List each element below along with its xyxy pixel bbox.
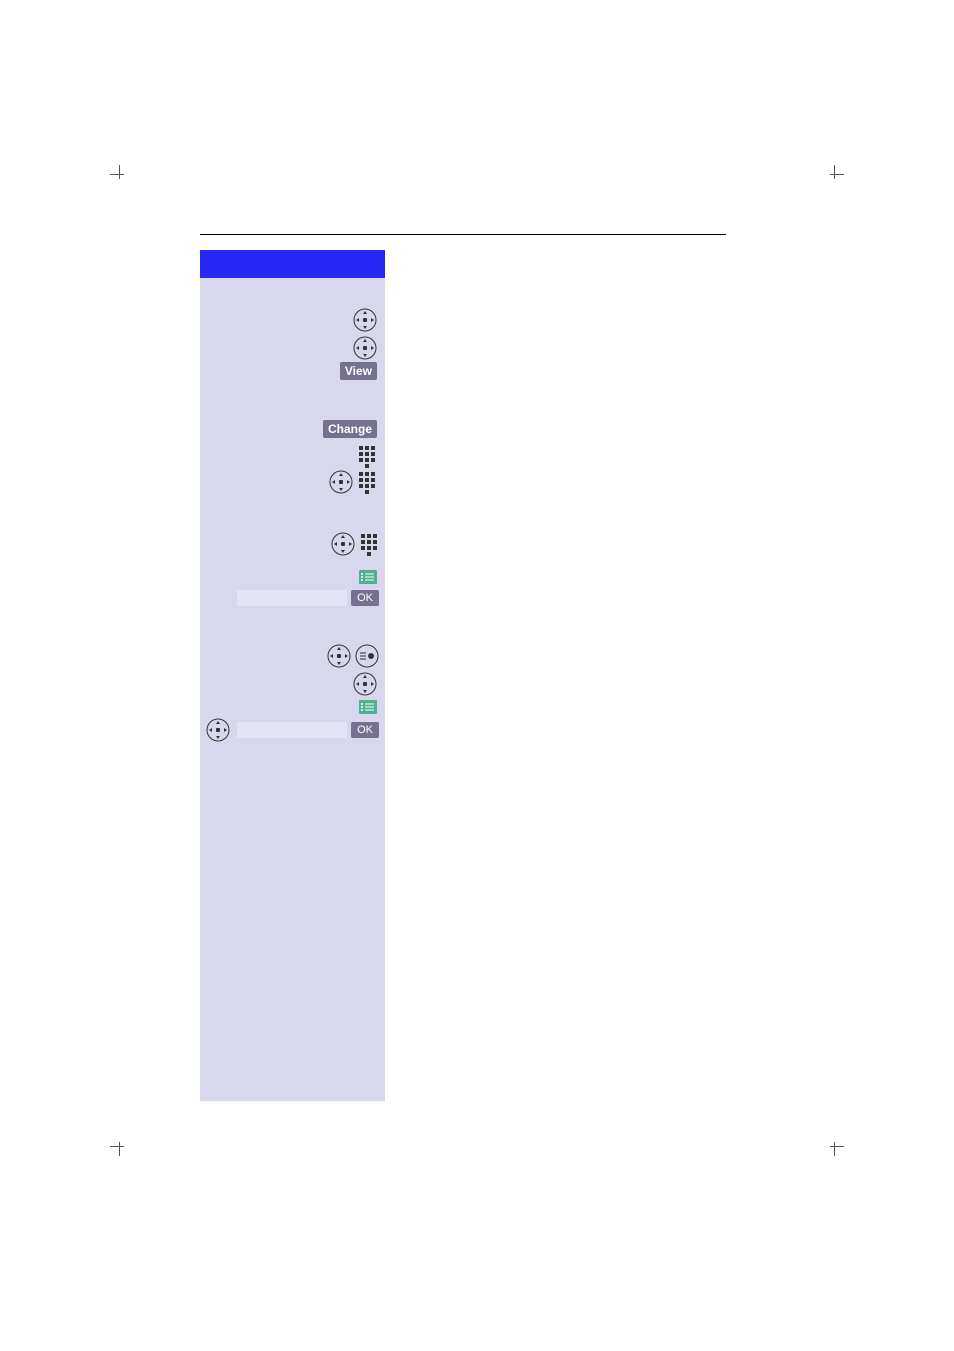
ok-button[interactable]: OK xyxy=(351,722,379,738)
crop-mark-bottom-right xyxy=(824,1136,844,1156)
sidebar-content: View Change xyxy=(200,306,385,1101)
text-input-field[interactable] xyxy=(237,590,347,606)
nav-pad-icon xyxy=(353,672,377,696)
sidebar-blue-header xyxy=(200,250,385,278)
change-softkey[interactable]: Change xyxy=(323,420,377,438)
keypad-icon xyxy=(357,470,377,494)
nav-pad-icon xyxy=(206,718,230,742)
crop-mark-top-left xyxy=(110,165,130,185)
nav-pad-icon xyxy=(353,336,377,360)
nav-pad-icon xyxy=(327,644,351,668)
nav-pad-icon xyxy=(329,470,353,494)
crop-mark-bottom-left xyxy=(110,1136,130,1156)
keypad-icon xyxy=(359,532,379,556)
text-input-field[interactable] xyxy=(237,722,347,738)
crop-mark-top-right xyxy=(824,165,844,185)
softkey-dot-icon xyxy=(355,644,379,668)
view-softkey[interactable]: View xyxy=(340,362,377,380)
sidebar: View Change xyxy=(200,250,385,1101)
page: View Change xyxy=(0,0,954,1351)
keypad-icon xyxy=(357,444,377,468)
horizontal-rule xyxy=(200,234,726,235)
menu-list-icon xyxy=(359,700,377,714)
menu-list-icon xyxy=(359,570,377,584)
nav-pad-icon xyxy=(353,308,377,332)
ok-button[interactable]: OK xyxy=(351,590,379,606)
nav-pad-icon xyxy=(331,532,355,556)
